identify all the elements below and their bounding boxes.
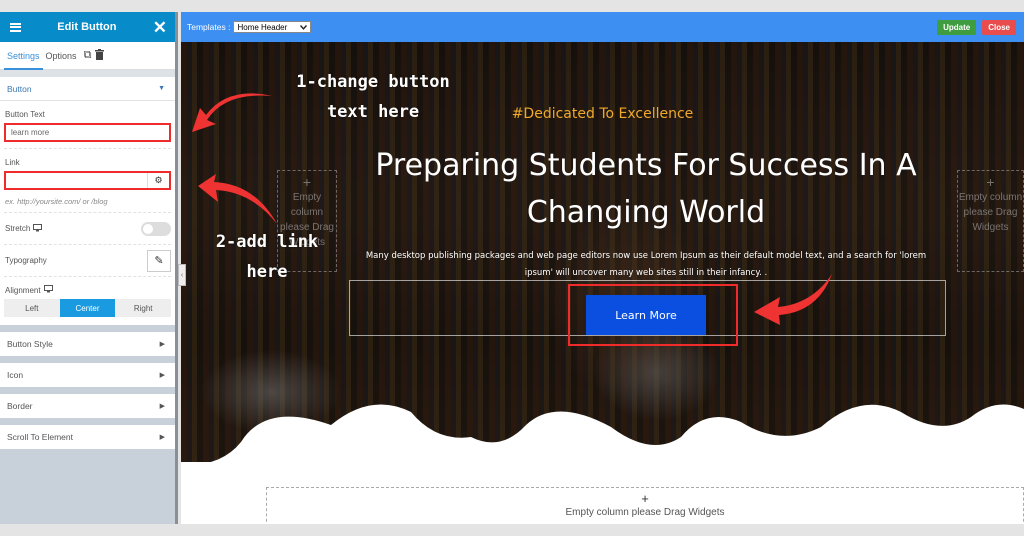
section-label: Button Style <box>7 339 53 349</box>
plus-icon: + <box>641 491 649 506</box>
plus-icon: + <box>986 174 995 190</box>
templates-selected: Home Header <box>237 22 288 32</box>
menu-icon[interactable] <box>10 22 21 32</box>
typography-label: Typography <box>5 256 47 265</box>
sidebar-tabs: Settings Options ⧉ <box>0 42 175 70</box>
align-right-button[interactable]: Right <box>115 299 171 317</box>
link-label: Link <box>5 158 20 167</box>
section-label: Border <box>7 401 33 411</box>
annotation-step-1: 1-change button text here <box>296 72 450 122</box>
alignment-label: Alignment <box>5 285 41 295</box>
button-highlight-box <box>568 284 738 346</box>
templates-select[interactable]: Home Header <box>233 21 312 33</box>
hero-paragraph: Many desktop publishing packages and web… <box>365 251 927 278</box>
link-input-wrapper: ⚙ <box>4 171 171 190</box>
link-input[interactable] <box>6 173 147 188</box>
close-button[interactable]: Close <box>982 19 1016 35</box>
sidebar-header: Edit Button ✕ <box>0 12 175 42</box>
empty-column-right[interactable]: + Empty column please Drag Widgets <box>957 170 1024 272</box>
close-icon[interactable]: ✕ <box>153 19 167 36</box>
editor-topbar: Templates : Home Header Update Close <box>181 12 1024 42</box>
alignment-group: Left Center Right <box>4 299 171 317</box>
gear-icon[interactable]: ⚙ <box>147 173 169 188</box>
caret-right-icon: ▶ <box>159 341 165 348</box>
link-hint: ex. http://yoursite.com/ or /blog <box>5 197 108 206</box>
button-text-field: Button Text learn more <box>4 101 171 149</box>
section-label: Icon <box>7 370 24 380</box>
tab-settings[interactable]: Settings <box>4 42 43 70</box>
section-scroll-to-element[interactable]: Scroll To Element ▶ <box>0 425 175 449</box>
stretch-toggle[interactable] <box>141 221 171 236</box>
caret-down-icon: ▼ <box>158 85 165 92</box>
scallop-divider <box>181 404 1024 477</box>
link-field: Link ⚙ ex. http://yoursite.com/ or /blog <box>4 149 171 213</box>
caret-right-icon: ▶ <box>159 372 165 379</box>
button-settings: Button Text learn more Link ⚙ ex. http:/… <box>0 101 175 325</box>
section-icon[interactable]: Icon ▶ <box>0 363 175 387</box>
align-center-button[interactable]: Center <box>59 299 116 317</box>
alignment-field: Alignment Left Center Right <box>4 277 171 325</box>
copy-icon[interactable]: ⧉ <box>84 49 92 62</box>
monitor-icon <box>33 223 43 234</box>
chevron-down-icon <box>300 23 308 32</box>
empty-column-bottom[interactable]: + Empty column please Drag Widgets <box>266 487 1024 524</box>
align-left-button[interactable]: Left <box>4 299 60 317</box>
empty-column-text: Empty column please Drag Widgets <box>958 192 1023 233</box>
section-button-label: Button <box>7 83 32 94</box>
templates-label: Templates : <box>187 22 231 32</box>
plus-icon: + <box>302 174 312 190</box>
edit-sidebar: Edit Button ✕ Settings Options ⧉ Button … <box>0 12 178 524</box>
button-text-label: Button Text <box>5 110 45 119</box>
section-button-style[interactable]: Button Style ▶ <box>0 332 175 356</box>
topbar-actions: Update Close <box>937 19 1016 35</box>
caret-right-icon: ▶ <box>159 403 165 410</box>
typography-row: Typography ✎ <box>4 245 171 277</box>
tab-options[interactable]: Options <box>43 42 80 70</box>
page-root: Edit Button ✕ Settings Options ⧉ Button … <box>0 12 1024 524</box>
stretch-row: Stretch <box>4 213 171 245</box>
button-text-input[interactable]: learn more <box>4 123 171 142</box>
divider <box>0 70 175 77</box>
annotation-step-2: 2-add link here <box>215 232 319 282</box>
pencil-icon[interactable]: ✎ <box>147 249 171 272</box>
stretch-label: Stretch <box>5 224 31 233</box>
section-label: Scroll To Element <box>7 432 73 442</box>
trash-icon[interactable] <box>95 48 105 63</box>
section-button-header[interactable]: Button ▼ <box>0 77 175 101</box>
section-border[interactable]: Border ▶ <box>0 394 175 418</box>
hero-headline: Preparing Students For Success In A Chan… <box>375 148 917 230</box>
stretch-label-wrap: Stretch <box>5 223 43 234</box>
alignment-label-wrap: Alignment <box>5 285 171 295</box>
update-button[interactable]: Update <box>937 19 977 35</box>
empty-column-text: Empty column please Drag Widgets <box>565 507 725 518</box>
collapse-sidebar-handle[interactable]: ‹ <box>178 264 186 286</box>
monitor-icon <box>43 285 53 295</box>
caret-right-icon: ▶ <box>159 434 165 441</box>
sidebar-title: Edit Button <box>57 21 117 33</box>
